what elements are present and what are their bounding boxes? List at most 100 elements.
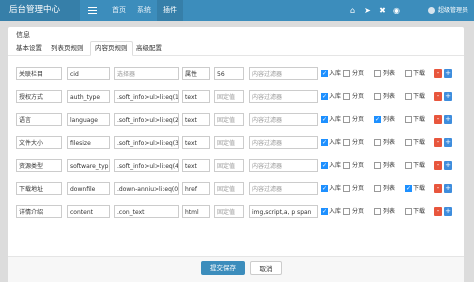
field-name-input[interactable]: software_typ xyxy=(67,159,110,172)
fixed-value-input[interactable]: 固定值 xyxy=(214,136,244,149)
content-filter-input[interactable]: 内容过滤器 xyxy=(249,136,318,149)
field-label-input[interactable]: 语言 xyxy=(16,113,62,126)
xiazai-checkbox[interactable] xyxy=(405,162,412,169)
field-name-input[interactable]: language xyxy=(67,113,110,126)
add-row-button[interactable]: + xyxy=(444,184,452,193)
app-brand[interactable]: 后台管理中心 xyxy=(0,0,80,21)
content-filter-input[interactable]: 内容过滤器 xyxy=(249,67,318,80)
field-name-input[interactable]: content xyxy=(67,205,110,218)
fixed-value-input[interactable]: 固定值 xyxy=(214,182,244,195)
home-icon[interactable]: ⌂ xyxy=(348,6,357,15)
ruku-checkbox[interactable] xyxy=(321,93,328,100)
palette-icon[interactable]: ◉ xyxy=(392,6,401,15)
cancel-button[interactable]: 取消 xyxy=(250,261,282,275)
add-row-button[interactable]: + xyxy=(444,138,452,147)
selector-input[interactable]: .soft_info>ul>li:eq(3)> xyxy=(114,136,179,149)
ruku-checkbox[interactable] xyxy=(321,208,328,215)
ruku-checkbox[interactable] xyxy=(321,162,328,169)
liebiao-checkbox[interactable] xyxy=(374,185,381,192)
add-row-button[interactable]: + xyxy=(444,115,452,124)
fixed-value-input[interactable]: 固定值 xyxy=(214,90,244,103)
attr-type-input[interactable]: text xyxy=(182,113,210,126)
attr-type-input[interactable]: text xyxy=(182,136,210,149)
liebiao-checkbox[interactable] xyxy=(374,70,381,77)
selector-input[interactable]: .soft_info>ul>li:eq(2)> xyxy=(114,113,179,126)
remove-row-button[interactable]: - xyxy=(434,161,442,170)
fenye-checkbox[interactable] xyxy=(343,185,350,192)
liebiao-checkbox[interactable] xyxy=(374,93,381,100)
nav-system[interactable]: 系统 xyxy=(131,0,157,21)
remove-row-button[interactable]: - xyxy=(434,138,442,147)
selector-input[interactable]: 选择器 xyxy=(114,67,179,80)
nav-plugins[interactable]: 插件 xyxy=(157,0,183,21)
field-label-input[interactable]: 文件大小 xyxy=(16,136,62,149)
content-filter-input[interactable]: img,script,a, p span xyxy=(249,205,318,218)
content-filter-input[interactable]: 内容过滤器 xyxy=(249,90,318,103)
field-label-input[interactable]: 资源类型 xyxy=(16,159,62,172)
liebiao-checkbox[interactable] xyxy=(374,208,381,215)
xiazai-checkbox[interactable] xyxy=(405,93,412,100)
field-label-input[interactable]: 详情介绍 xyxy=(16,205,62,218)
user-menu[interactable]: 超级管理员 xyxy=(427,0,468,21)
xiazai-checkbox[interactable] xyxy=(405,70,412,77)
trash-icon[interactable]: ✖ xyxy=(378,6,387,15)
save-button[interactable]: 提交保存 xyxy=(201,261,245,275)
ruku-checkbox[interactable] xyxy=(321,116,328,123)
selector-input[interactable]: .soft_info>ul>li:eq(1)> xyxy=(114,90,179,103)
attr-type-input[interactable]: 属性 xyxy=(182,67,210,80)
field-name-input[interactable]: filesize xyxy=(67,136,110,149)
add-row-button[interactable]: + xyxy=(444,92,452,101)
fixed-value-input[interactable]: 固定值 xyxy=(214,113,244,126)
add-row-button[interactable]: + xyxy=(444,207,452,216)
attr-type-input[interactable]: text xyxy=(182,90,210,103)
remove-row-button[interactable]: - xyxy=(434,69,442,78)
fixed-value-input[interactable]: 56 xyxy=(214,67,244,80)
fenye-checkbox[interactable] xyxy=(343,70,350,77)
attr-type-input[interactable]: href xyxy=(182,182,210,195)
attr-type-input[interactable]: text xyxy=(182,159,210,172)
remove-row-button[interactable]: - xyxy=(434,184,442,193)
fixed-value-input[interactable]: 固定值 xyxy=(214,205,244,218)
tab-list-rules[interactable]: 列表页规则 xyxy=(47,42,88,55)
tab-advanced[interactable]: 高级配置 xyxy=(132,42,166,55)
ruku-checkbox[interactable] xyxy=(321,139,328,146)
field-label-input[interactable]: 关联栏目 xyxy=(16,67,62,80)
selector-input[interactable]: .soft_info>ul>li:eq(4)> xyxy=(114,159,179,172)
fenye-checkbox[interactable] xyxy=(343,93,350,100)
field-name-input[interactable]: downfile xyxy=(67,182,110,195)
remove-row-button[interactable]: - xyxy=(434,207,442,216)
selector-input[interactable]: .con_text xyxy=(114,205,179,218)
ruku-checkbox[interactable] xyxy=(321,70,328,77)
liebiao-checkbox[interactable] xyxy=(374,139,381,146)
liebiao-checkbox[interactable] xyxy=(374,162,381,169)
field-label-input[interactable]: 下载地址 xyxy=(16,182,62,195)
remove-row-button[interactable]: - xyxy=(434,92,442,101)
send-icon[interactable]: ➤ xyxy=(363,6,372,15)
field-name-input[interactable]: cid xyxy=(67,67,110,80)
fenye-checkbox[interactable] xyxy=(343,139,350,146)
xiazai-checkbox[interactable] xyxy=(405,116,412,123)
content-filter-input[interactable]: 内容过滤器 xyxy=(249,159,318,172)
fixed-value-input[interactable]: 固定值 xyxy=(214,159,244,172)
fenye-checkbox[interactable] xyxy=(343,162,350,169)
fenye-checkbox[interactable] xyxy=(343,116,350,123)
remove-row-button[interactable]: - xyxy=(434,115,442,124)
selector-input[interactable]: .down-anniu>li:eq(0)> xyxy=(114,182,179,195)
nav-home[interactable]: 首页 xyxy=(106,0,132,21)
xiazai-checkbox[interactable] xyxy=(405,185,412,192)
field-name-input[interactable]: auth_type xyxy=(67,90,110,103)
attr-type-input[interactable]: html xyxy=(182,205,210,218)
liebiao-checkbox[interactable] xyxy=(374,116,381,123)
xiazai-checkbox[interactable] xyxy=(405,139,412,146)
xiazai-checkbox[interactable] xyxy=(405,208,412,215)
menu-toggle-icon[interactable] xyxy=(88,6,97,15)
field-label-input[interactable]: 授权方式 xyxy=(16,90,62,103)
tab-content-rules[interactable]: 内容页规则 xyxy=(90,41,133,56)
ruku-checkbox[interactable] xyxy=(321,185,328,192)
fenye-checkbox[interactable] xyxy=(343,208,350,215)
content-filter-input[interactable]: 内容过滤器 xyxy=(249,182,318,195)
add-row-button[interactable]: + xyxy=(444,161,452,170)
add-row-button[interactable]: + xyxy=(444,69,452,78)
content-filter-input[interactable]: 内容过滤器 xyxy=(249,113,318,126)
tab-basic[interactable]: 基本设置 xyxy=(12,42,46,55)
